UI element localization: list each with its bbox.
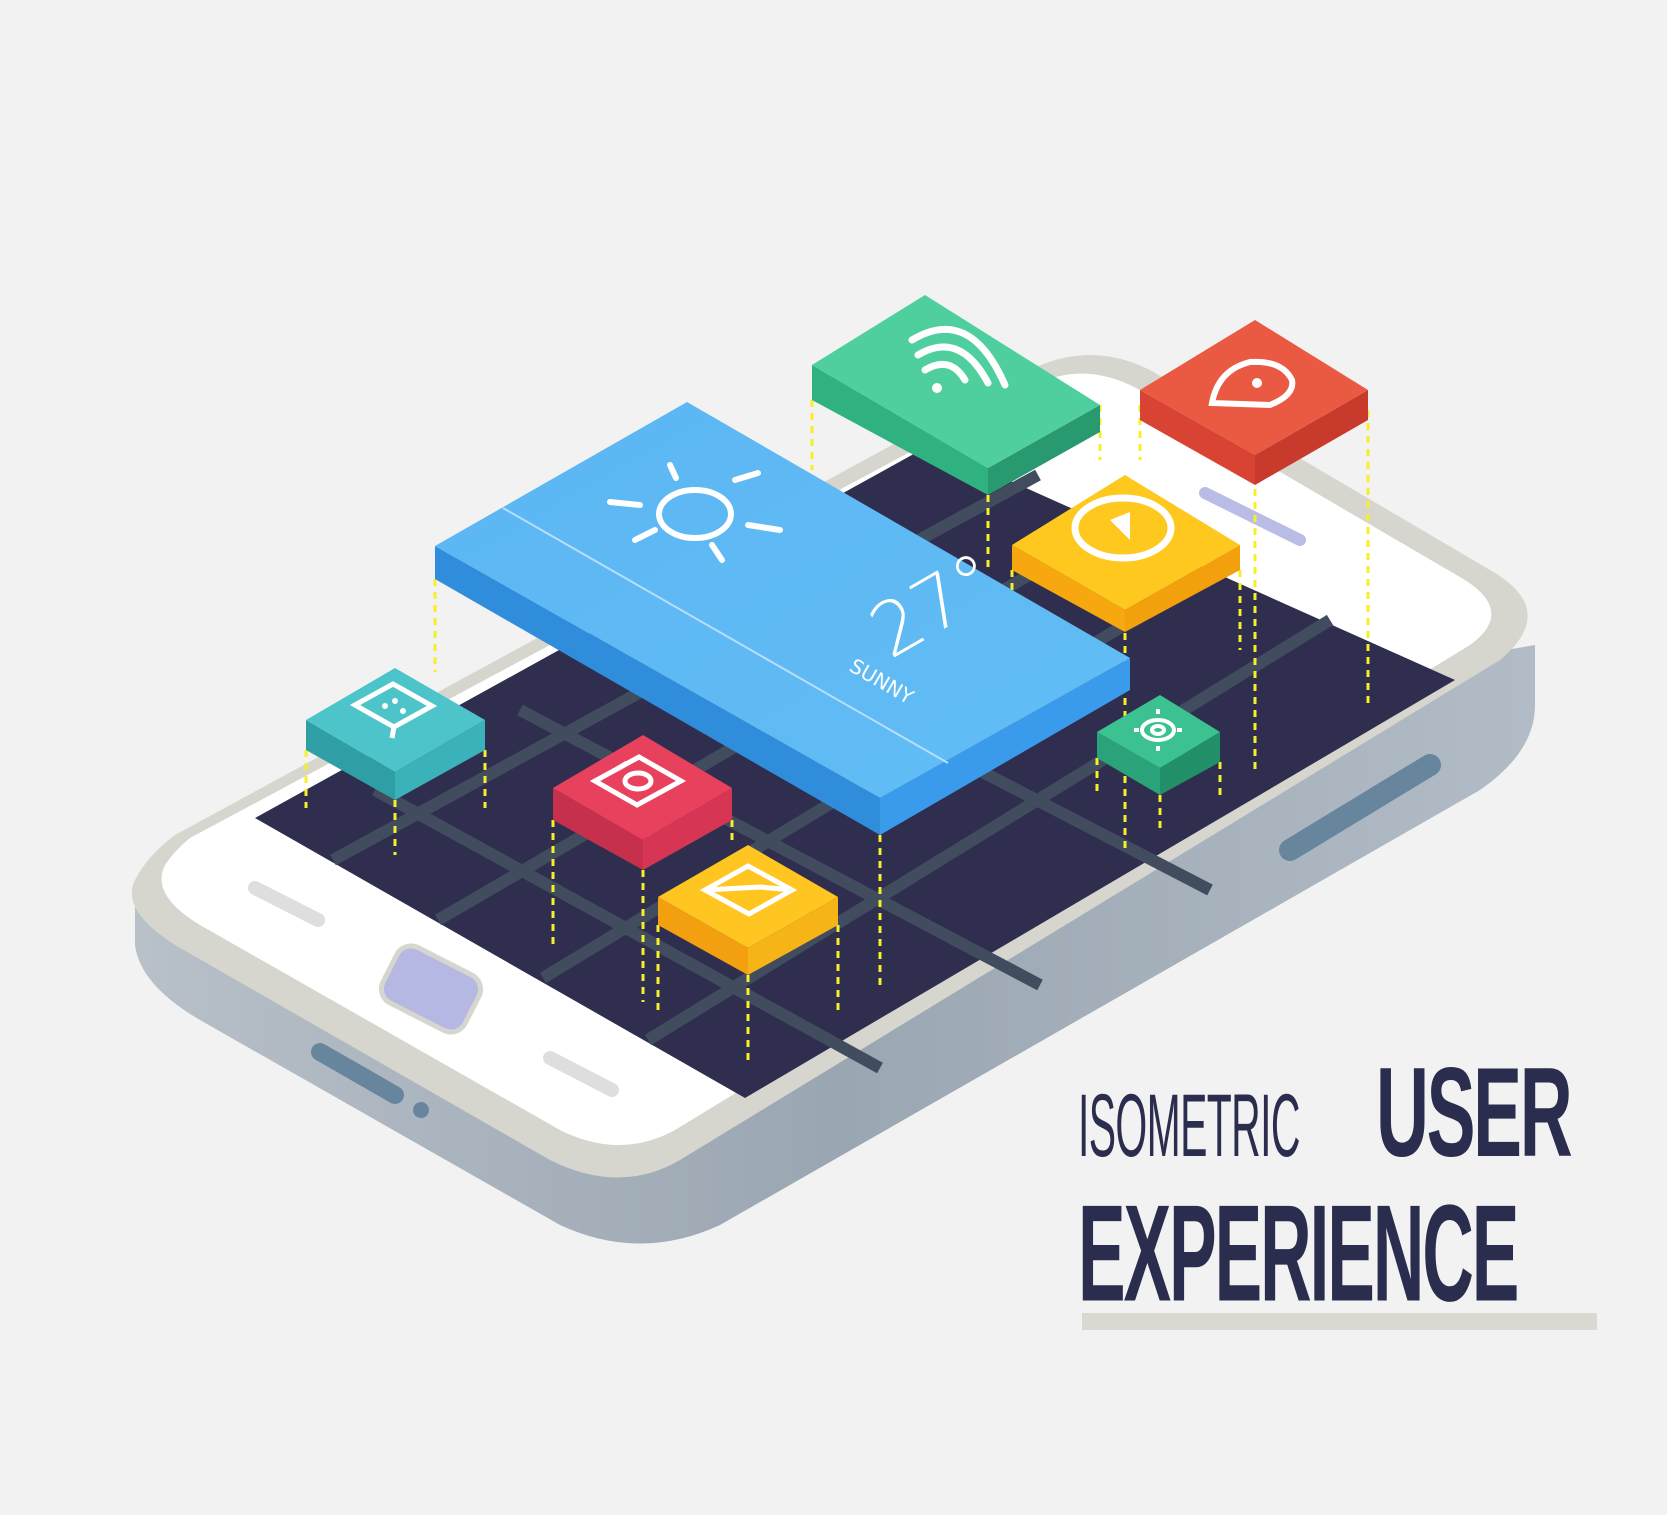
headline: ISOMETRIC USER EXPERIENCE [1078,1040,1598,1333]
headline-line-1: ISOMETRIC USER [1078,1040,1598,1186]
headline-emphasis: USER [1376,1041,1573,1184]
mic-hole [413,1102,429,1118]
headline-underline [1082,1313,1597,1330]
headline-prefix: ISOMETRIC [1078,1075,1300,1175]
headline-line-2: EXPERIENCE [1078,1176,1519,1331]
